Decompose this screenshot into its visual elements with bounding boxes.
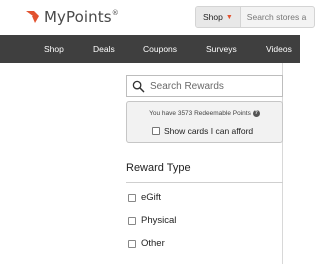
store-search-bar[interactable]: Shop ▼ Search stores a [195, 6, 315, 28]
reward-search-input[interactable] [150, 80, 270, 92]
afford-checkbox[interactable] [152, 127, 160, 135]
logo-text: MyPoints® [44, 8, 119, 26]
nav-item-deals[interactable]: Deals [93, 35, 115, 63]
filter-other[interactable]: Other [128, 238, 165, 249]
mypoints-logo-icon [26, 11, 39, 23]
other-checkbox[interactable] [128, 239, 136, 248]
help-icon[interactable]: ? [252, 110, 260, 117]
afford-label: Show cards I can afford [164, 126, 254, 136]
section-divider [126, 182, 283, 183]
redeemable-points-text: You have 3573 Redeemable Points [149, 110, 251, 118]
physical-label: Physical [141, 215, 177, 226]
afford-filter[interactable]: Show cards I can afford [152, 126, 253, 136]
filter-egift[interactable]: eGift [128, 192, 161, 203]
reward-search-box[interactable] [126, 75, 283, 97]
store-search-input[interactable]: Search stores a [241, 12, 307, 22]
physical-checkbox[interactable] [128, 216, 136, 225]
reward-type-title: Reward Type [126, 162, 191, 174]
other-label: Other [141, 238, 165, 249]
main-nav: Shop Deals Coupons Surveys Videos [0, 35, 300, 63]
search-icon [132, 80, 145, 92]
nav-item-shop[interactable]: Shop [44, 35, 64, 63]
egift-checkbox[interactable] [128, 193, 136, 202]
site-header: MyPoints® Shop ▼ Search stores a [0, 0, 315, 34]
points-line: You have 3573 Redeemable Points? [127, 110, 282, 117]
chevron-down-icon: ▼ [225, 13, 233, 21]
nav-item-surveys[interactable]: Surveys [206, 35, 237, 63]
search-scope-label: Shop [203, 12, 223, 22]
mypoints-logo[interactable]: MyPoints® [26, 8, 119, 26]
points-summary-box: You have 3573 Redeemable Points? Show ca… [126, 101, 283, 143]
egift-label: eGift [141, 192, 162, 203]
nav-item-videos[interactable]: Videos [266, 35, 292, 63]
search-scope-dropdown[interactable]: Shop ▼ [196, 7, 241, 27]
filter-physical[interactable]: Physical [128, 215, 176, 226]
nav-item-coupons[interactable]: Coupons [143, 35, 177, 63]
